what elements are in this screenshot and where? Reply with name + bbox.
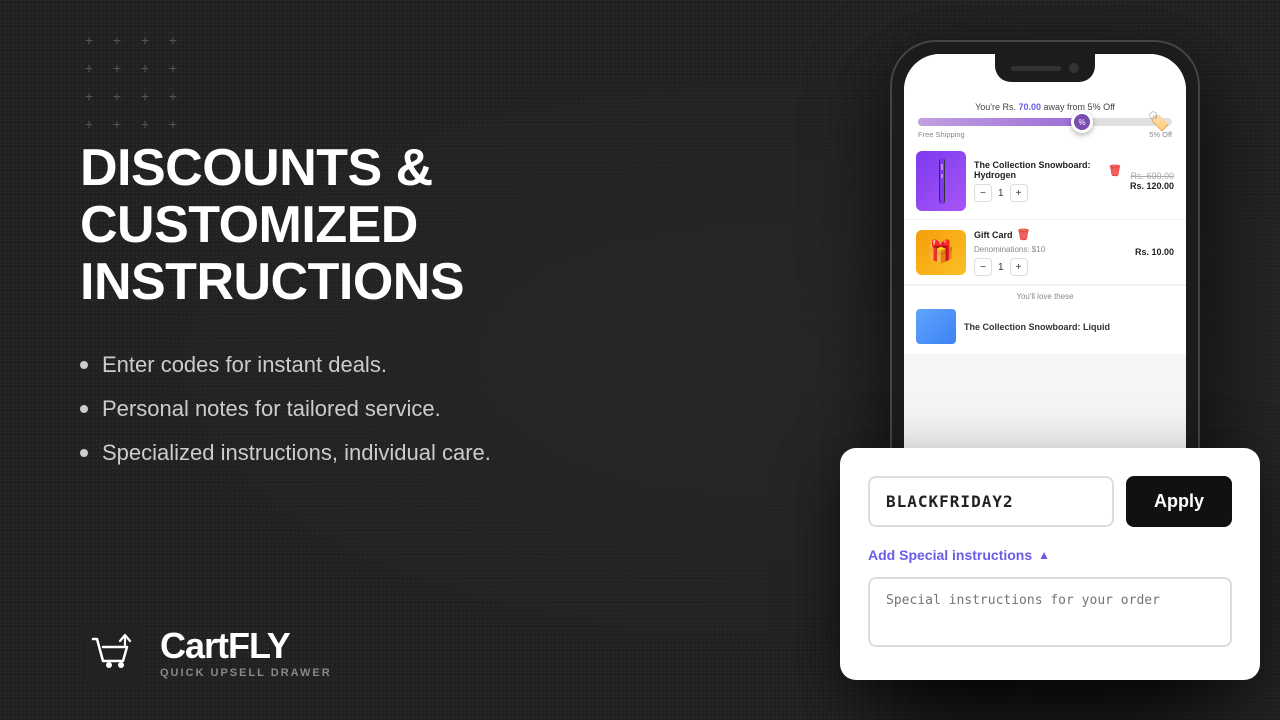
phone-content: You're Rs. 70.00 away from 5% Off % 🏷️ [904,54,1186,354]
cart-item-giftcard: 🎁 Gift Card 🗑 Denominations: $10 − 1 + [904,220,1186,285]
cart-item-snowboard: The Collection Snowboard: Hydrogen 🗑 − 1… [904,143,1186,220]
floating-card: Apply Add Special instructions ▲ [840,448,1260,680]
page-title: DISCOUNTS & CUSTOMIZED INSTRUCTIONS [80,140,720,312]
item-details-snowboard: The Collection Snowboard: Hydrogen 🗑 − 1… [974,160,1122,202]
item-image-giftcard: 🎁 [916,230,966,275]
progress-fill: % [918,118,1083,126]
apply-button[interactable]: Apply [1126,476,1232,527]
list-item: Specialized instructions, individual car… [80,440,720,466]
upsell-label: You'll love these [916,292,1174,301]
feature-list: Enter codes for instant deals. Personal … [80,352,720,466]
special-instructions-label: Add Special instructions [868,547,1032,563]
item-subtitle: Denominations: $10 [974,245,1127,254]
brand-tagline: QUICK UPSELL DRAWER [160,667,332,679]
increase-qty-button[interactable]: + [1010,184,1028,202]
delete-icon[interactable]: 🗑 [1108,164,1122,177]
coupon-input[interactable] [868,476,1114,527]
plus-icon: + [164,88,182,106]
plus-icon: + [136,88,154,106]
plus-icon: + [108,88,126,106]
delete-icon[interactable]: 🗑 [1017,228,1031,241]
progress-thumb-label: % [1079,118,1086,127]
bullet-icon [80,361,88,369]
upsell-item-name: The Collection Snowboard: Liquid [964,322,1110,332]
progress-thumb: % [1071,111,1093,133]
upsell-section: You'll love these The Collection Snowboa… [904,285,1186,354]
progress-labels: Free Shipping 5% Off [918,130,1172,139]
coupon-row: Apply [868,476,1232,527]
list-item: Personal notes for tailored service. [80,396,720,422]
plus-icon: + [108,116,126,134]
plus-icon: + [80,116,98,134]
plus-icon: + [108,32,126,50]
left-panel: DISCOUNTS & CUSTOMIZED INSTRUCTIONS Ente… [80,140,720,484]
item-price: Rs. 10.00 [1135,247,1174,257]
decrease-qty-button[interactable]: − [974,258,992,276]
upsell-item-image [916,309,956,344]
plus-icon: + [136,60,154,78]
progress-track: % 🏷️ [918,118,1172,126]
bullet-icon [80,405,88,413]
plus-icon: + [108,60,126,78]
progress-amount: 70.00 [1019,102,1042,112]
special-instructions-input[interactable] [868,577,1232,647]
plus-icon: + [164,116,182,134]
logo-icon [80,620,144,684]
plus-icon: + [136,32,154,50]
progress-emoji: 🏷️ [1148,112,1170,133]
brand-name: CartFLY [160,625,332,667]
item-controls: − 1 + [974,258,1127,276]
plus-icon: + [80,32,98,50]
plus-icon: + [136,116,154,134]
speaker [1011,66,1061,71]
brand-text: CartFLY QUICK UPSELL DRAWER [160,625,332,679]
item-name: Gift Card 🗑 [974,228,1127,241]
plus-icon: + [164,60,182,78]
item-price: Rs. 600.00 Rs. 120.00 [1130,171,1174,191]
plus-icon: + [80,88,98,106]
item-controls: − 1 + [974,184,1122,202]
increase-qty-button[interactable]: + [1010,258,1028,276]
decrease-qty-button[interactable]: − [974,184,992,202]
plus-icon: + [164,32,182,50]
upsell-item: The Collection Snowboard: Liquid [916,305,1174,348]
item-details-giftcard: Gift Card 🗑 Denominations: $10 − 1 + [974,228,1127,276]
branding-section: CartFLY QUICK UPSELL DRAWER [80,620,332,684]
quantity-display: 1 [998,188,1004,199]
item-name: The Collection Snowboard: Hydrogen 🗑 [974,160,1122,180]
progress-text: You're Rs. 70.00 away from 5% Off [918,102,1172,112]
progress-section: You're Rs. 70.00 away from 5% Off % 🏷️ [904,94,1186,143]
decoration-plus-grid: + + + + + + + + + + + + + + + + [80,32,182,134]
bullet-icon [80,449,88,457]
camera [1069,63,1079,73]
list-item: Enter codes for instant deals. [80,352,720,378]
page: + + + + + + + + + + + + + + + + DISCOUNT… [0,0,1280,720]
special-instructions-toggle[interactable]: Add Special instructions ▲ [868,547,1232,563]
chevron-up-icon: ▲ [1038,548,1050,562]
plus-icon: + [80,60,98,78]
quantity-display: 1 [998,262,1004,273]
phone-notch [995,54,1095,82]
item-image-snowboard [916,151,966,211]
